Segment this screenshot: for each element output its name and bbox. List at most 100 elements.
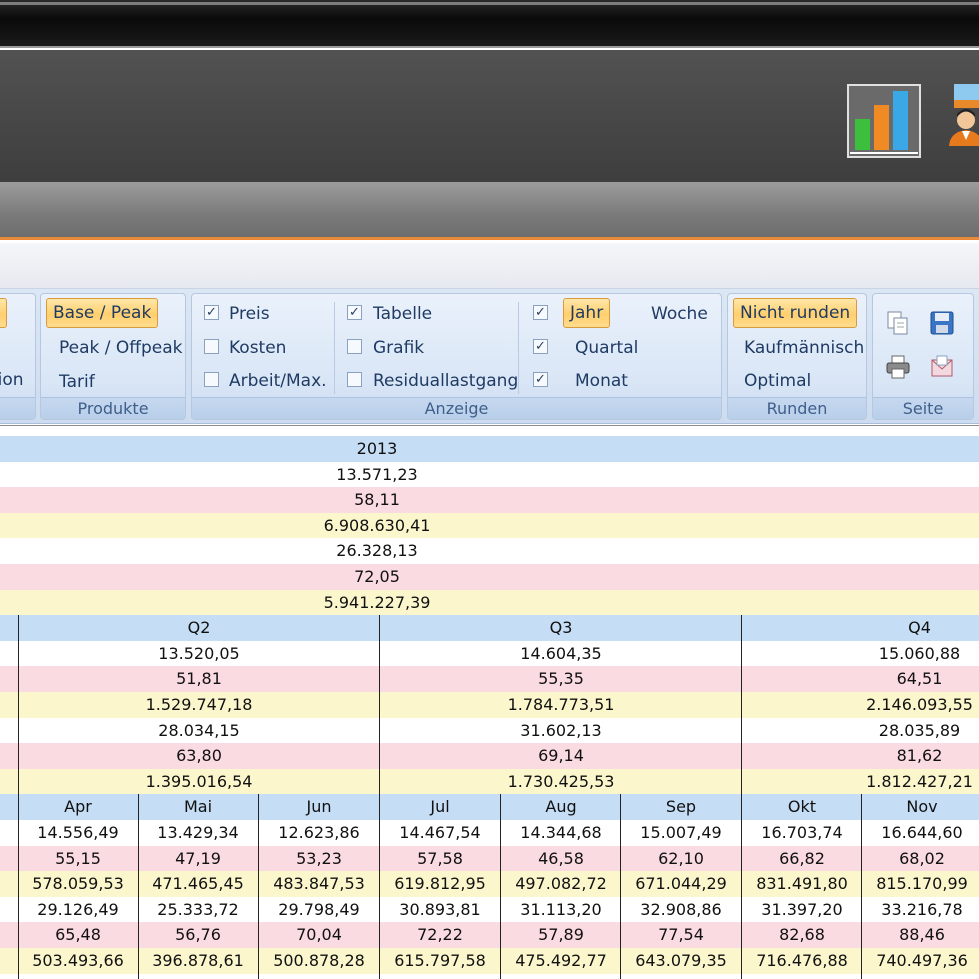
table-cell[interactable]: 88,46 xyxy=(862,922,979,948)
table-cell[interactable]: 63,80 xyxy=(18,743,380,769)
table-cell[interactable]: 1.529.747,18 xyxy=(18,692,380,718)
table-cell[interactable]: 31.397,20 xyxy=(742,897,862,923)
period-quartal-button[interactable]: Quartal xyxy=(575,338,638,358)
table-cell[interactable]: 25.333,72 xyxy=(138,897,258,923)
table-cell[interactable]: 66,82 xyxy=(742,846,862,872)
table-cell[interactable]: 55,35 xyxy=(380,666,742,692)
table-cell[interactable]: 28.035,89 xyxy=(742,718,979,744)
table-cell[interactable]: 13.429,34 xyxy=(138,820,258,846)
table-cell[interactable]: 643.079,35 xyxy=(621,948,741,974)
table-cell[interactable]: 14.467,54 xyxy=(380,820,500,846)
user-icon[interactable] xyxy=(946,84,979,148)
table-cell[interactable]: 55,15 xyxy=(18,846,138,872)
table-cell[interactable]: 30.893,81 xyxy=(380,897,500,923)
copy-icon[interactable] xyxy=(885,310,911,336)
table-cell[interactable]: 31.113,20 xyxy=(501,897,621,923)
table-cell[interactable]: 13.520,05 xyxy=(18,641,380,667)
table-cell[interactable]: 28.034,15 xyxy=(18,718,380,744)
table-cell[interactable]: 1.395.016,54 xyxy=(18,769,380,795)
arbeit-max-checkbox[interactable] xyxy=(204,372,219,387)
table-cell[interactable]: 14.556,49 xyxy=(18,820,138,846)
table-cell[interactable]: 1.730.425,53 xyxy=(380,769,742,795)
produkt-peak-offpeak-button[interactable]: Peak / Offpeak xyxy=(59,338,183,358)
table-cell[interactable]: 615.797,58 xyxy=(380,948,500,974)
table-cell[interactable]: 46,58 xyxy=(501,846,621,872)
arbeit-max-label[interactable]: Arbeit/Max. xyxy=(229,371,327,391)
table-cell[interactable]: 475.492,77 xyxy=(501,948,621,974)
table-cell[interactable]: 33.216,78 xyxy=(862,897,979,923)
tabelle-checkbox[interactable]: ✓ xyxy=(347,305,362,320)
table-cell[interactable]: 12.623,86 xyxy=(259,820,379,846)
period-woche-button[interactable]: Woche xyxy=(651,304,708,324)
bar-chart-icon[interactable] xyxy=(846,83,922,159)
table-cell[interactable]: 14.604,35 xyxy=(380,641,742,667)
table-cell[interactable]: 32.908,86 xyxy=(621,897,741,923)
produkt-base-peak-button[interactable]: Base / Peak xyxy=(46,298,159,328)
table-cell[interactable]: 1.812.427,21 xyxy=(742,769,979,795)
table-cell[interactable]: 57,58 xyxy=(380,846,500,872)
table-cell[interactable]: 471.465,45 xyxy=(138,871,258,897)
kosten-checkbox[interactable] xyxy=(204,339,219,354)
table-cell[interactable]: 81,62 xyxy=(742,743,979,769)
period-monat-button[interactable]: Monat xyxy=(575,371,628,391)
table-cell[interactable]: 483.847,53 xyxy=(259,871,379,897)
table-cell[interactable]: 72,05 xyxy=(0,564,754,590)
table-cell[interactable]: 57,89 xyxy=(501,922,621,948)
preis-label[interactable]: Preis xyxy=(229,304,270,324)
table-cell[interactable]: 619.812,95 xyxy=(380,871,500,897)
period-jahr-button[interactable]: Jahr xyxy=(563,298,611,328)
print-icon[interactable] xyxy=(885,354,911,380)
table-cell[interactable]: 13.571,23 xyxy=(0,462,754,488)
residuallastgang-checkbox[interactable] xyxy=(347,372,362,387)
runden-optimal-button[interactable]: Optimal xyxy=(744,371,811,391)
table-cell[interactable]: 58,11 xyxy=(0,487,754,513)
table-cell[interactable]: 15.060,88 xyxy=(742,641,979,667)
email-icon[interactable] xyxy=(929,354,955,380)
monat-checkbox[interactable]: ✓ xyxy=(533,372,548,387)
table-cell[interactable]: 6.908.630,41 xyxy=(0,513,754,539)
table-cell[interactable]: 16.703,74 xyxy=(742,820,862,846)
quartal-checkbox[interactable]: ✓ xyxy=(533,339,548,354)
tabelle-label[interactable]: Tabelle xyxy=(373,304,432,324)
table-cell[interactable]: 16.644,60 xyxy=(862,820,979,846)
partial-item-label[interactable]: tion xyxy=(0,370,24,390)
save-icon[interactable] xyxy=(929,310,955,336)
table-cell[interactable]: 70,04 xyxy=(259,922,379,948)
residuallastgang-label[interactable]: Residuallastgang xyxy=(373,371,518,391)
table-cell[interactable]: 578.059,53 xyxy=(18,871,138,897)
table-cell[interactable]: 503.493,66 xyxy=(18,948,138,974)
table-cell[interactable]: 26.328,13 xyxy=(0,538,754,564)
table-cell[interactable]: 53,23 xyxy=(259,846,379,872)
table-cell[interactable]: 1.784.773,51 xyxy=(380,692,742,718)
table-cell[interactable]: 64,51 xyxy=(742,666,979,692)
table-cell[interactable]: 29.126,49 xyxy=(18,897,138,923)
table-cell[interactable]: 2.146.093,55 xyxy=(742,692,979,718)
grafik-label[interactable]: Grafik xyxy=(373,338,424,358)
table-cell[interactable]: 56,76 xyxy=(138,922,258,948)
table-cell[interactable]: 716.476,88 xyxy=(742,948,862,974)
table-cell[interactable]: 14.344,68 xyxy=(501,820,621,846)
table-cell[interactable]: 831.491,80 xyxy=(742,871,862,897)
table-cell[interactable]: 51,81 xyxy=(18,666,380,692)
runden-kaufmaennisch-button[interactable]: Kaufmännisch xyxy=(744,338,864,358)
table-cell[interactable]: 62,10 xyxy=(621,846,741,872)
table-cell[interactable]: 68,02 xyxy=(862,846,979,872)
table-cell[interactable]: 815.170,99 xyxy=(862,871,979,897)
table-cell[interactable]: 82,68 xyxy=(742,922,862,948)
table-cell[interactable]: 31.602,13 xyxy=(380,718,742,744)
table-cell[interactable]: 65,48 xyxy=(18,922,138,948)
table-cell[interactable]: 396.878,61 xyxy=(138,948,258,974)
table-cell[interactable]: 671.044,29 xyxy=(621,871,741,897)
jahr-checkbox[interactable]: ✓ xyxy=(533,305,548,320)
grafik-checkbox[interactable] xyxy=(347,339,362,354)
table-cell[interactable]: 5.941.227,39 xyxy=(0,590,754,616)
runden-nicht-runden-button[interactable]: Nicht runden xyxy=(733,298,858,328)
table-cell[interactable]: 72,22 xyxy=(380,922,500,948)
table-cell[interactable]: 29.798,49 xyxy=(259,897,379,923)
table-cell[interactable]: 47,19 xyxy=(138,846,258,872)
produkt-tarif-button[interactable]: Tarif xyxy=(59,372,95,392)
preis-checkbox[interactable]: ✓ xyxy=(204,305,219,320)
table-cell[interactable]: 77,54 xyxy=(621,922,741,948)
table-cell[interactable]: 15.007,49 xyxy=(621,820,741,846)
partial-selected-button[interactable] xyxy=(0,298,7,328)
